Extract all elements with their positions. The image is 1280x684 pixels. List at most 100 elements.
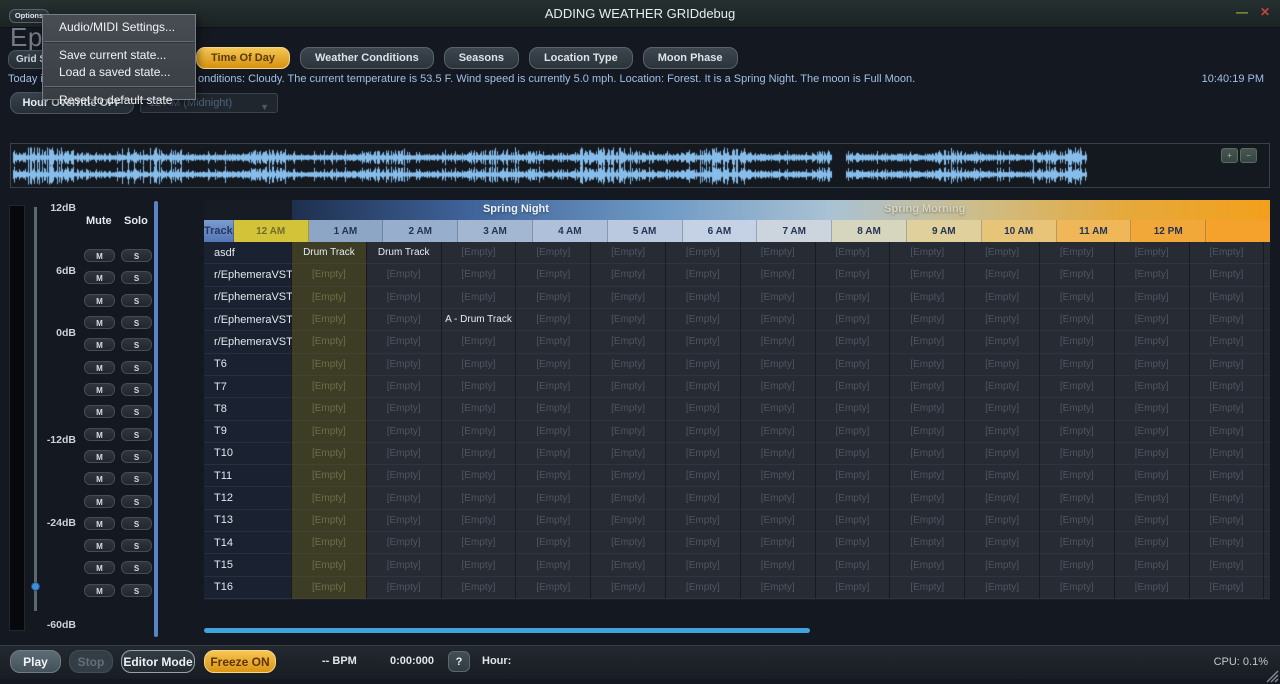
empty-cell[interactable]: [Empty]	[367, 465, 442, 487]
empty-cell[interactable]: [Empty]	[1040, 443, 1115, 465]
solo-button[interactable]: S	[121, 338, 152, 351]
empty-cell[interactable]: [Empty]	[890, 532, 965, 554]
empty-cell[interactable]: [Empty]	[666, 465, 741, 487]
empty-cell[interactable]: [Empty]	[741, 465, 816, 487]
empty-cell[interactable]: [Empty]	[442, 443, 517, 465]
editor-mode-button[interactable]: Editor Mode	[121, 650, 195, 673]
empty-cell[interactable]: [Empty]	[516, 398, 591, 420]
empty-cell[interactable]: [Empty]	[666, 242, 741, 264]
mute-button[interactable]: M	[84, 361, 115, 374]
mute-button[interactable]: M	[84, 294, 115, 307]
empty-cell[interactable]: [Empty]	[816, 309, 891, 331]
empty-cell[interactable]: [Empty]	[292, 510, 367, 532]
empty-cell[interactable]: [Empty]	[591, 487, 666, 509]
waveform-zoom-in-button[interactable]: +	[1221, 148, 1238, 163]
tab-weather-conditions[interactable]: Weather Conditions	[300, 47, 434, 69]
mute-button[interactable]: M	[84, 561, 115, 574]
empty-cell[interactable]: [Empty]	[1040, 487, 1115, 509]
empty-cell[interactable]: [Empty]	[816, 264, 891, 286]
empty-cell[interactable]: [Empty]	[1115, 264, 1190, 286]
solo-button[interactable]: S	[121, 561, 152, 574]
empty-cell[interactable]: [Empty]	[1115, 242, 1190, 264]
empty-cell[interactable]: [Empty]	[1115, 376, 1190, 398]
empty-cell[interactable]: [Empty]	[292, 443, 367, 465]
empty-cell[interactable]: [Empty]	[666, 398, 741, 420]
empty-cell[interactable]: [Empty]	[1115, 465, 1190, 487]
empty-cell[interactable]: [Empty]	[516, 443, 591, 465]
empty-cell[interactable]: [Empty]	[516, 487, 591, 509]
empty-cell[interactable]: [Empty]	[1040, 376, 1115, 398]
empty-cell[interactable]: [Empty]	[367, 487, 442, 509]
mute-button[interactable]: M	[84, 271, 115, 284]
track-name[interactable]: T6	[204, 354, 292, 376]
track-name[interactable]: T13	[204, 510, 292, 532]
solo-button[interactable]: S	[121, 584, 152, 597]
empty-cell[interactable]: [Empty]	[890, 376, 965, 398]
empty-cell[interactable]: [Empty]	[741, 421, 816, 443]
empty-cell[interactable]: [Empty]	[741, 532, 816, 554]
solo-button[interactable]: S	[121, 495, 152, 508]
track-name[interactable]: T7	[204, 376, 292, 398]
empty-cell[interactable]: [Empty]	[442, 354, 517, 376]
empty-cell[interactable]: [Empty]	[1190, 554, 1265, 576]
mute-button[interactable]: M	[84, 383, 115, 396]
empty-cell[interactable]: [Empty]	[292, 421, 367, 443]
menu-item-2[interactable]: Load a saved state...	[43, 64, 195, 81]
empty-cell[interactable]: [Empty]	[516, 309, 591, 331]
empty-cell[interactable]: [Empty]	[965, 577, 1040, 599]
tab-location-type[interactable]: Location Type	[529, 47, 633, 69]
track-name[interactable]: T12	[204, 487, 292, 509]
empty-cell[interactable]: [Empty]	[741, 309, 816, 331]
empty-cell[interactable]: [Empty]	[1264, 376, 1270, 398]
mute-button[interactable]: M	[84, 495, 115, 508]
empty-cell[interactable]: [Empty]	[965, 354, 1040, 376]
empty-cell[interactable]: [Empty]	[367, 510, 442, 532]
mute-button[interactable]: M	[84, 584, 115, 597]
empty-cell[interactable]: [Empty]	[890, 510, 965, 532]
empty-cell[interactable]: [Empty]	[442, 376, 517, 398]
empty-cell[interactable]: [Empty]	[965, 443, 1040, 465]
empty-cell[interactable]: [Empty]	[1040, 264, 1115, 286]
empty-cell[interactable]: [Empty]	[816, 532, 891, 554]
empty-cell[interactable]: [Empty]	[442, 421, 517, 443]
tab-seasons[interactable]: Seasons	[444, 47, 519, 69]
empty-cell[interactable]: [Empty]	[1115, 287, 1190, 309]
empty-cell[interactable]: [Empty]	[1115, 354, 1190, 376]
mute-button[interactable]: M	[84, 428, 115, 441]
empty-cell[interactable]: [Empty]	[367, 354, 442, 376]
empty-cell[interactable]: [Empty]	[1040, 465, 1115, 487]
empty-cell[interactable]: [Empty]	[1190, 309, 1265, 331]
empty-cell[interactable]: [Empty]	[516, 264, 591, 286]
mute-button[interactable]: M	[84, 472, 115, 485]
clip-cell[interactable]: Drum Track	[292, 242, 367, 264]
empty-cell[interactable]: [Empty]	[741, 487, 816, 509]
empty-cell[interactable]: [Empty]	[666, 487, 741, 509]
empty-cell[interactable]: [Empty]	[442, 331, 517, 353]
empty-cell[interactable]: [Empty]	[591, 242, 666, 264]
empty-cell[interactable]: [Empty]	[1115, 309, 1190, 331]
empty-cell[interactable]: [Empty]	[292, 465, 367, 487]
empty-cell[interactable]: [Empty]	[816, 465, 891, 487]
solo-button[interactable]: S	[121, 517, 152, 530]
empty-cell[interactable]: [Empty]	[1264, 577, 1270, 599]
grid-horizontal-scrollbar[interactable]	[204, 628, 810, 633]
empty-cell[interactable]: [Empty]	[816, 554, 891, 576]
empty-cell[interactable]: [Empty]	[890, 443, 965, 465]
mute-button[interactable]: M	[84, 450, 115, 463]
empty-cell[interactable]: [Empty]	[1264, 510, 1270, 532]
hour-header[interactable]: 12 PM	[1131, 220, 1206, 242]
empty-cell[interactable]: [Empty]	[965, 331, 1040, 353]
empty-cell[interactable]: [Empty]	[890, 331, 965, 353]
stop-button[interactable]: Stop	[69, 650, 113, 673]
empty-cell[interactable]: [Empty]	[1040, 421, 1115, 443]
empty-cell[interactable]: [Empty]	[666, 443, 741, 465]
empty-cell[interactable]: [Empty]	[741, 554, 816, 576]
empty-cell[interactable]: [Empty]	[367, 309, 442, 331]
empty-cell[interactable]: [Empty]	[666, 287, 741, 309]
empty-cell[interactable]: [Empty]	[816, 376, 891, 398]
empty-cell[interactable]: [Empty]	[367, 376, 442, 398]
hour-header[interactable]: 4 AM	[533, 220, 608, 242]
hour-header[interactable]: 8 AM	[832, 220, 907, 242]
empty-cell[interactable]: [Empty]	[591, 287, 666, 309]
empty-cell[interactable]: [Empty]	[1190, 376, 1265, 398]
